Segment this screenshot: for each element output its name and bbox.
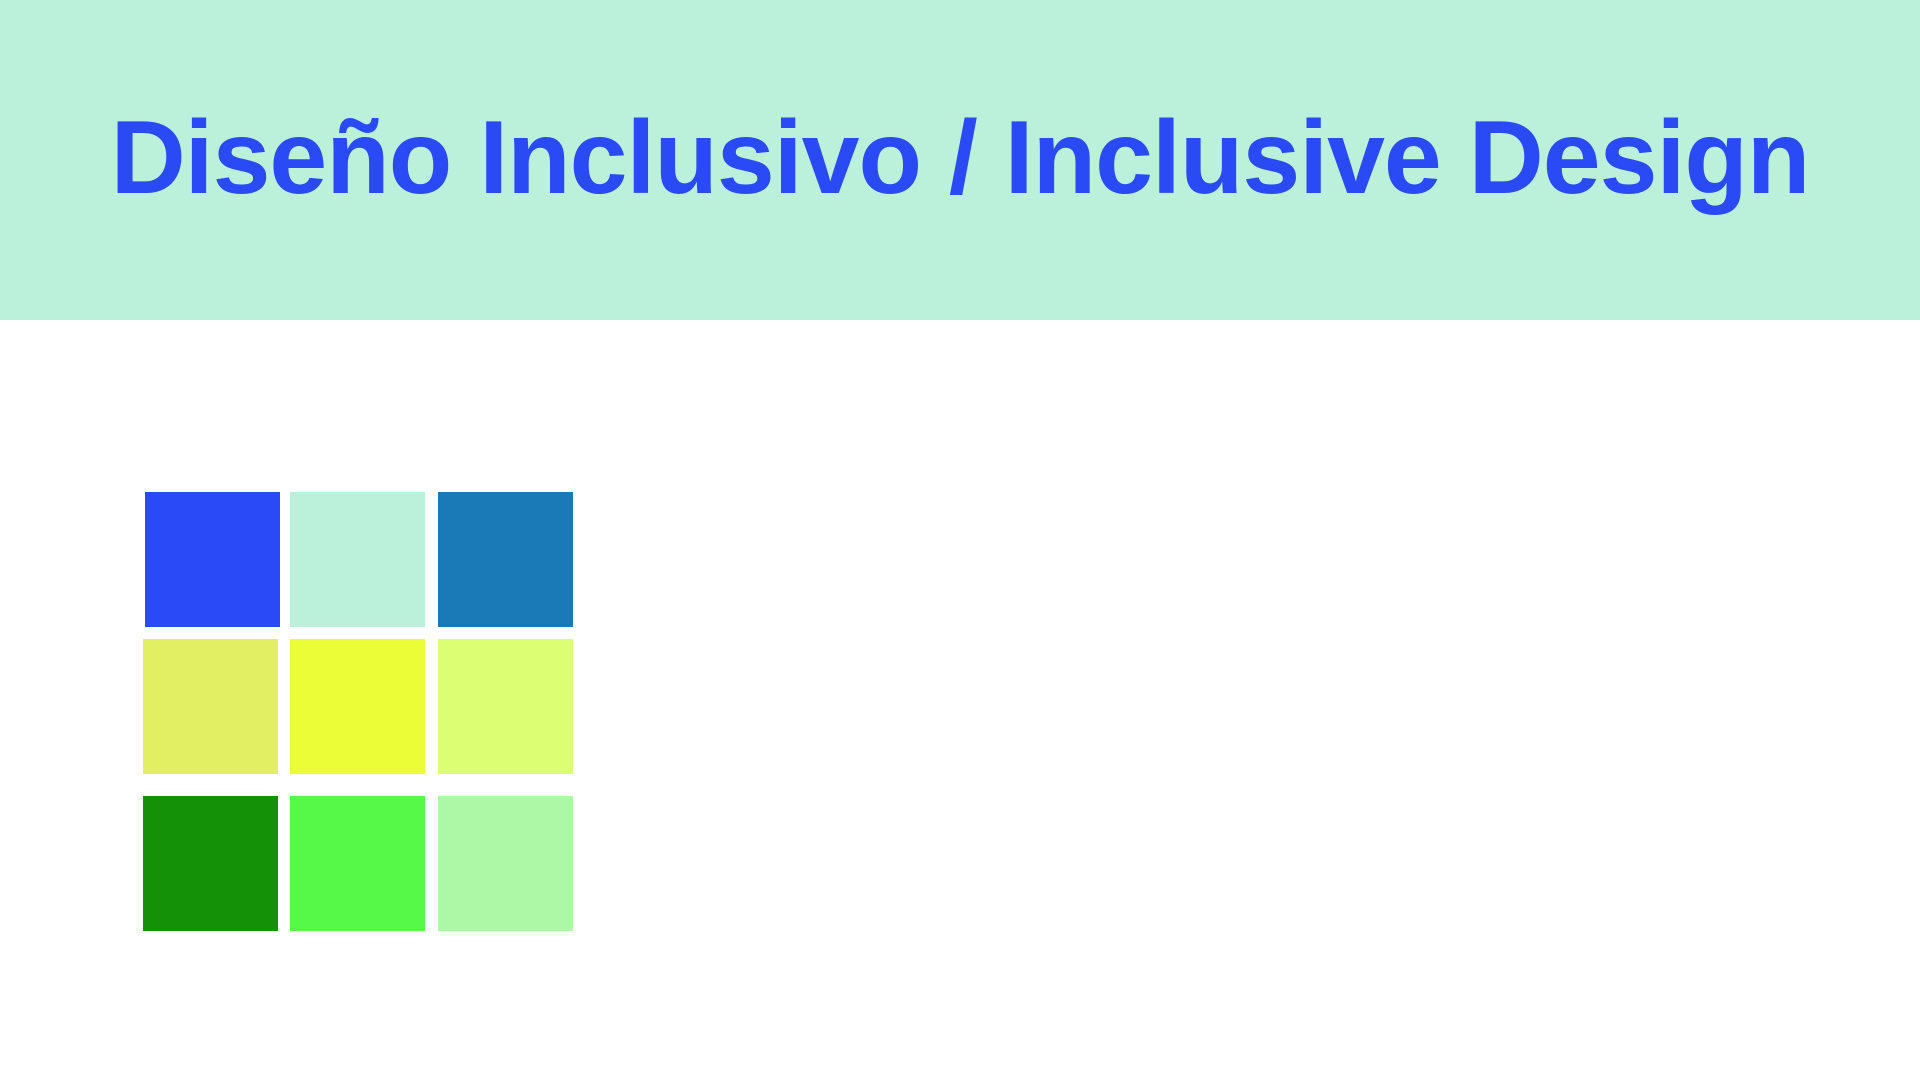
color-swatch-7 (143, 796, 278, 931)
color-swatch-6 (438, 639, 573, 774)
page-title: Diseño Inclusivo / Inclusive Design (110, 99, 1811, 216)
color-swatch-1 (145, 492, 280, 627)
color-swatch-4 (143, 639, 278, 774)
color-swatch-3 (438, 492, 573, 627)
color-swatch-5 (290, 639, 425, 774)
color-swatch-8 (290, 796, 425, 931)
color-swatch-2 (290, 492, 425, 627)
title-banner: Diseño Inclusivo / Inclusive Design (0, 0, 1920, 320)
color-swatch-9 (438, 796, 573, 931)
